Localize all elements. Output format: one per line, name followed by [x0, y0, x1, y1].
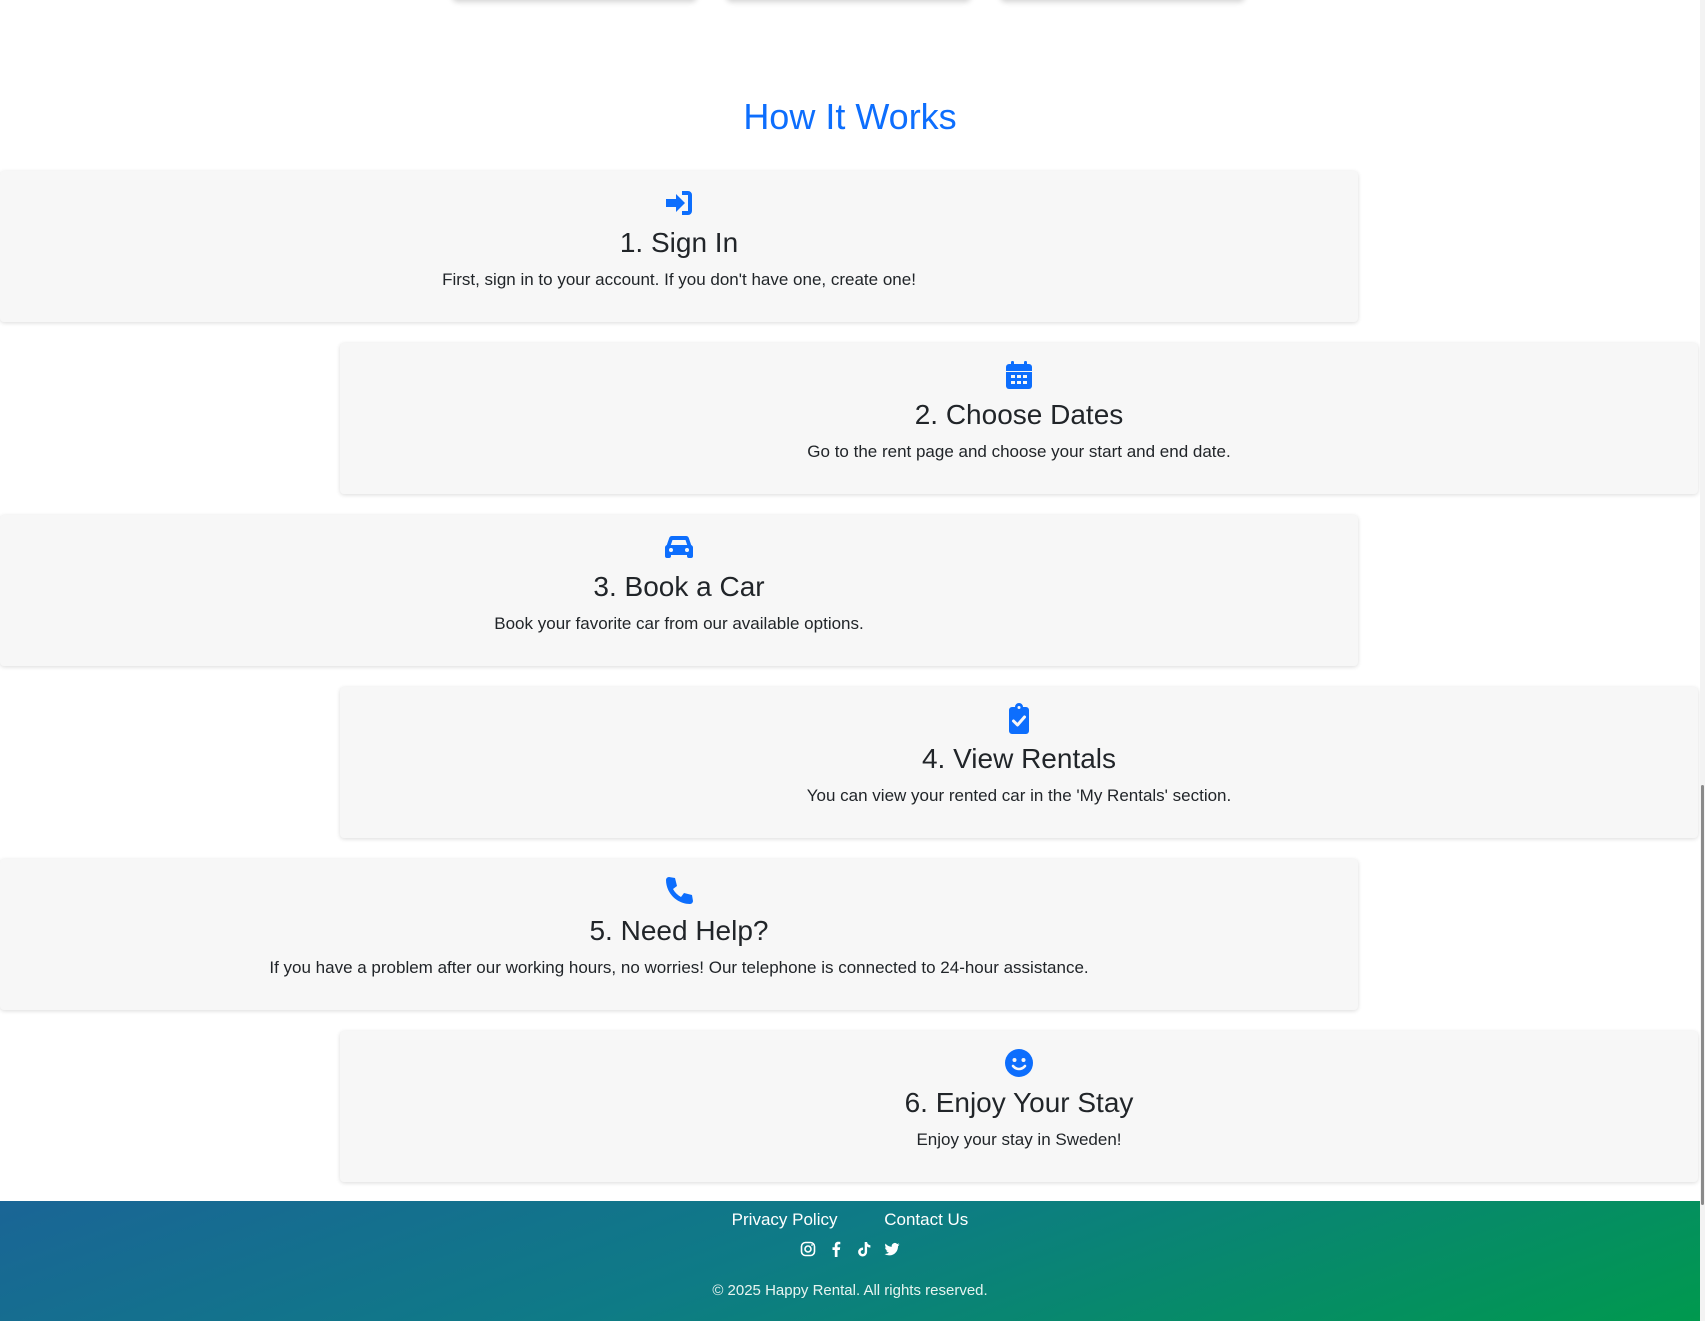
calendar-icon — [1003, 359, 1035, 391]
page: How It Works 1. Sign In First, sign in t… — [0, 0, 1700, 1321]
phone-icon — [663, 875, 695, 907]
step-card-choose-dates: 2. Choose Dates Go to the rent page and … — [340, 343, 1698, 494]
step-card-book-car: 3. Book a Car Book your favorite car fro… — [0, 515, 1358, 666]
step-card-need-help: 5. Need Help? If you have a problem afte… — [0, 859, 1358, 1010]
social-links — [0, 1241, 1700, 1257]
car-icon — [663, 531, 695, 563]
step-title: 2. Choose Dates — [914, 399, 1124, 430]
step-description: First, sign in to your account. If you d… — [442, 270, 916, 289]
twitter-icon[interactable] — [884, 1241, 900, 1257]
contact-us-link[interactable]: Contact Us — [884, 1210, 968, 1229]
step-description: Go to the rent page and choose your star… — [807, 442, 1231, 461]
step-description: You can view your rented car in the 'My … — [806, 786, 1232, 805]
step-title: 5. Need Help? — [589, 915, 769, 946]
step-description: Enjoy your stay in Sweden! — [916, 1130, 1122, 1149]
tiktok-icon[interactable] — [856, 1241, 872, 1257]
instagram-icon[interactable] — [800, 1241, 816, 1257]
clipboard-check-icon — [1003, 703, 1035, 735]
step-title: 3. Book a Car — [593, 571, 765, 602]
footer: Privacy Policy Contact Us © 2025 Happy R… — [0, 1201, 1700, 1321]
step-title: 1. Sign In — [619, 227, 739, 258]
step-card-sign-in: 1. Sign In First, sign in to your accoun… — [0, 171, 1358, 322]
smile-icon — [1003, 1047, 1035, 1079]
step-title: 6. Enjoy Your Stay — [904, 1087, 1134, 1118]
section-title: How It Works — [743, 96, 957, 137]
step-description: If you have a problem after our working … — [269, 958, 1089, 977]
step-title: 4. View Rentals — [921, 743, 1117, 774]
step-card-enjoy-stay: 6. Enjoy Your Stay Enjoy your stay in Sw… — [340, 1031, 1698, 1182]
scrollbar-thumb[interactable] — [1701, 785, 1704, 1205]
privacy-policy-link[interactable]: Privacy Policy — [732, 1210, 838, 1229]
facebook-icon[interactable] — [828, 1241, 844, 1257]
scrollbar[interactable] — [1700, 0, 1705, 1321]
step-card-view-rentals: 4. View Rentals You can view your rented… — [340, 687, 1698, 838]
footer-links: Privacy Policy Contact Us — [0, 1210, 1700, 1230]
sign-in-icon — [663, 187, 695, 219]
step-description: Book your favorite car from our availabl… — [494, 614, 864, 633]
copyright-text: © 2025 Happy Rental. All rights reserved… — [712, 1282, 988, 1299]
